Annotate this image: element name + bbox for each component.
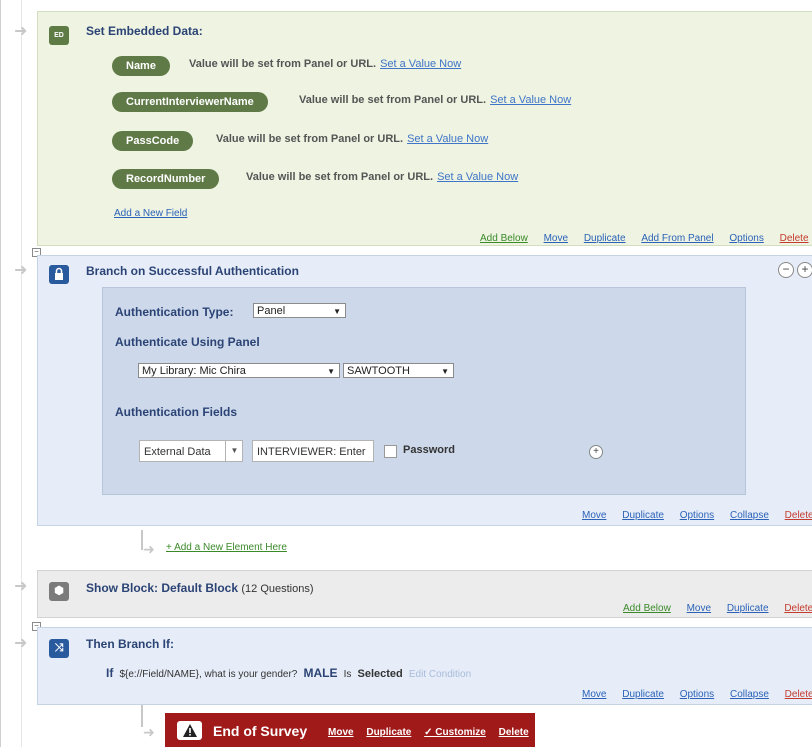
end-of-survey-title: End of Survey bbox=[213, 723, 308, 739]
flow-arrow-icon: ➜ bbox=[14, 635, 28, 652]
duplicate-link[interactable]: Duplicate bbox=[622, 510, 664, 521]
condition-answer: MALE bbox=[303, 666, 338, 680]
field-info-text: Value will be set from Panel or URL. bbox=[299, 94, 487, 106]
delete-link[interactable]: Delete bbox=[785, 689, 812, 700]
move-link[interactable]: Move bbox=[687, 603, 711, 614]
field-info-text: Value will be set from Panel or URL. bbox=[246, 171, 434, 183]
auth-type-value: Panel bbox=[257, 305, 286, 317]
edit-condition-link[interactable]: Edit Condition bbox=[409, 669, 471, 680]
delete-link[interactable]: Delete bbox=[785, 510, 812, 521]
set-value-link[interactable]: Set a Value Now bbox=[380, 58, 461, 70]
duplicate-link[interactable]: Duplicate bbox=[584, 233, 626, 244]
field-info-text: Value will be set from Panel or URL. bbox=[216, 133, 404, 145]
condition-question: ${e://Field/NAME}, what is your gender? bbox=[119, 669, 298, 680]
embedded-data-icon: ED bbox=[49, 26, 69, 45]
authenticator-actions: Move Duplicate Options Collapse Delete bbox=[582, 510, 812, 521]
set-value-link[interactable]: Set a Value Now bbox=[490, 94, 571, 106]
block-actions: Add Below Move Duplicate Delete bbox=[623, 603, 812, 614]
add-below-link[interactable]: Add Below bbox=[480, 233, 528, 244]
collapse-link[interactable]: Collapse bbox=[730, 510, 769, 521]
add-new-element-link[interactable]: + Add a New Element Here bbox=[166, 542, 287, 553]
condition-operator: Is bbox=[343, 669, 352, 680]
set-value-link[interactable]: Set a Value Now bbox=[407, 133, 488, 145]
field-info: Value will be set from Panel or URL. Set … bbox=[216, 133, 488, 145]
branch-title: Then Branch If: bbox=[86, 637, 175, 651]
flow-arrow-icon: ➜ bbox=[143, 724, 155, 740]
block-title-text: Show Block: Default Block bbox=[86, 581, 239, 595]
auth-field-input[interactable]: INTERVIEWER: Enter bbox=[252, 440, 374, 462]
field-pill-currentinterviewername[interactable]: CurrentInterviewerName bbox=[112, 92, 268, 112]
options-link[interactable]: Options bbox=[680, 689, 714, 700]
branch-condition: If ${e://Field/NAME}, what is your gende… bbox=[106, 666, 471, 680]
duplicate-link[interactable]: Duplicate bbox=[622, 689, 664, 700]
password-checkbox[interactable] bbox=[384, 445, 397, 458]
delete-link[interactable]: Delete bbox=[780, 233, 809, 244]
cube-icon: ⬢ bbox=[49, 582, 69, 601]
branch-icon: ⤨ bbox=[49, 639, 69, 658]
auth-type-select[interactable]: Panel ▼ bbox=[253, 303, 346, 318]
add-field-plus-button[interactable]: + bbox=[589, 445, 603, 459]
field-info: Value will be set from Panel or URL. Set … bbox=[189, 58, 461, 70]
duplicate-link[interactable]: Duplicate bbox=[366, 727, 411, 738]
move-link[interactable]: Move bbox=[544, 233, 568, 244]
panel-select[interactable]: SAWTOOTH ▼ bbox=[343, 363, 454, 378]
dropdown-caret-icon: ▼ bbox=[441, 367, 449, 376]
field-pill-recordnumber[interactable]: RecordNumber bbox=[112, 169, 220, 189]
flow-arrow-icon: ➜ bbox=[14, 578, 28, 595]
condition-if: If bbox=[106, 666, 114, 680]
field-pill-name[interactable]: Name bbox=[112, 56, 170, 76]
collapse-minus-button[interactable]: − bbox=[778, 262, 794, 278]
branch-actions: Move Duplicate Options Collapse Delete bbox=[582, 689, 812, 700]
field-source-value: External Data bbox=[144, 446, 211, 458]
auth-fields-label: Authentication Fields bbox=[115, 405, 238, 419]
options-link[interactable]: Options bbox=[680, 510, 714, 521]
move-link[interactable]: Move bbox=[328, 727, 354, 738]
move-link[interactable]: Move bbox=[582, 689, 606, 700]
field-pill-passcode[interactable]: PassCode bbox=[112, 131, 194, 151]
set-value-link[interactable]: Set a Value Now bbox=[437, 171, 518, 183]
lock-icon bbox=[49, 265, 69, 284]
embedded-actions: Add Below Move Duplicate Add From Panel … bbox=[480, 233, 809, 244]
panel-value: SAWTOOTH bbox=[347, 365, 410, 377]
customize-link[interactable]: ✓ Customize bbox=[424, 727, 486, 738]
add-below-link[interactable]: Add Below bbox=[623, 603, 671, 614]
duplicate-link[interactable]: Duplicate bbox=[727, 603, 769, 614]
library-value: My Library: Mic Chira bbox=[142, 365, 246, 377]
delete-link[interactable]: Delete bbox=[784, 603, 812, 614]
embedded-data-title: Set Embedded Data: bbox=[86, 24, 203, 38]
authenticator-title: Branch on Successful Authentication bbox=[86, 264, 299, 278]
options-link[interactable]: Options bbox=[729, 233, 763, 244]
dropdown-caret-icon: ▼ bbox=[333, 307, 341, 316]
auth-using-panel-label: Authenticate Using Panel bbox=[115, 335, 260, 349]
flow-arrow-icon: ➜ bbox=[14, 262, 28, 279]
collapse-link[interactable]: Collapse bbox=[730, 689, 769, 700]
condition-selected: Selected bbox=[357, 668, 403, 680]
dropdown-caret-icon[interactable]: ▼ bbox=[225, 441, 243, 461]
field-info: Value will be set from Panel or URL. Set … bbox=[246, 171, 518, 183]
flow-arrow-icon: ➜ bbox=[14, 23, 28, 40]
field-info: Value will be set from Panel or URL. Set … bbox=[299, 94, 571, 106]
warning-icon bbox=[177, 721, 202, 740]
block-question-count: (12 Questions) bbox=[241, 583, 314, 595]
auth-type-label: Authentication Type: bbox=[115, 305, 234, 319]
field-info-text: Value will be set from Panel or URL. bbox=[189, 58, 377, 70]
add-from-panel-link[interactable]: Add From Panel bbox=[641, 233, 713, 244]
add-new-field-link[interactable]: Add a New Field bbox=[114, 208, 187, 219]
move-link[interactable]: Move bbox=[582, 510, 606, 521]
end-actions: Move Duplicate ✓ Customize Delete bbox=[328, 727, 529, 738]
delete-link[interactable]: Delete bbox=[499, 727, 529, 738]
expand-plus-button[interactable]: + bbox=[797, 262, 812, 278]
library-select[interactable]: My Library: Mic Chira ▼ bbox=[138, 363, 340, 378]
flow-arrow-icon: ➜ bbox=[143, 541, 155, 557]
block-title: Show Block: Default Block (12 Questions) bbox=[86, 581, 314, 595]
dropdown-caret-icon: ▼ bbox=[327, 367, 335, 376]
flow-left-border bbox=[0, 0, 1, 747]
password-label: Password bbox=[403, 444, 455, 456]
